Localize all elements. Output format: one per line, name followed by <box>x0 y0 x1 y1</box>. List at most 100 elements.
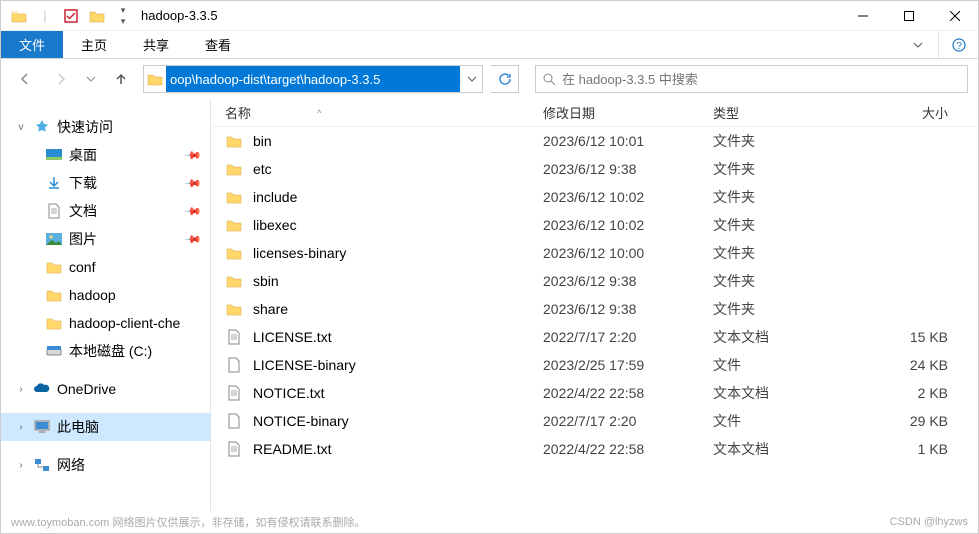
column-name-label: 名称 <box>225 103 251 122</box>
file-type: 文本文档 <box>713 383 863 403</box>
file-date: 2023/6/12 9:38 <box>543 161 713 177</box>
document-icon <box>45 202 63 220</box>
sidebar-item-downloads[interactable]: 下载 📌 <box>1 169 210 197</box>
qat-dropdown-icon[interactable]: ▾▾ <box>111 4 135 28</box>
sidebar-item-label: hadoop-client-che <box>69 315 180 331</box>
qat-separator: | <box>33 4 57 28</box>
file-row[interactable]: share2023/6/12 9:38文件夹 <box>211 295 978 323</box>
ribbon-tab-view[interactable]: 查看 <box>187 31 249 58</box>
file-row[interactable]: sbin2023/6/12 9:38文件夹 <box>211 267 978 295</box>
folder-icon <box>225 160 243 178</box>
file-row[interactable]: etc2023/6/12 9:38文件夹 <box>211 155 978 183</box>
column-size[interactable]: 大小 <box>863 103 978 122</box>
file-name: LICENSE-binary <box>253 357 356 373</box>
chevron-right-icon: › <box>15 460 27 471</box>
sort-asc-icon: ^ <box>317 108 321 118</box>
sidebar-item-hadoop-client[interactable]: hadoop-client-che <box>1 309 210 337</box>
column-name[interactable]: 名称 ^ <box>211 103 543 122</box>
search-box[interactable] <box>535 65 968 93</box>
file-date: 2023/6/12 9:38 <box>543 273 713 289</box>
nav-back-button[interactable] <box>11 65 39 93</box>
drive-icon <box>45 342 63 360</box>
folder-icon <box>45 314 63 332</box>
ribbon-help-icon[interactable]: ? <box>938 31 978 58</box>
file-row[interactable]: licenses-binary2023/6/12 10:00文件夹 <box>211 239 978 267</box>
ribbon-tab-home[interactable]: 主页 <box>63 31 125 58</box>
file-icon <box>225 328 243 346</box>
sidebar-item-label: 此电脑 <box>57 417 99 437</box>
network-icon <box>33 456 51 474</box>
window-title: hadoop-3.3.5 <box>141 8 840 23</box>
file-date: 2023/6/12 10:00 <box>543 245 713 261</box>
sidebar-item-documents[interactable]: 文档 📌 <box>1 197 210 225</box>
sidebar-item-pictures[interactable]: 图片 📌 <box>1 225 210 253</box>
file-size: 2 KB <box>863 385 978 401</box>
folder-icon <box>225 188 243 206</box>
file-date: 2023/6/12 9:38 <box>543 301 713 317</box>
sidebar-item-hadoop[interactable]: hadoop <box>1 281 210 309</box>
minimize-button[interactable] <box>840 1 886 31</box>
sidebar-item-localdisk[interactable]: 本地磁盘 (C:) <box>1 337 210 365</box>
pin-icon: 📌 <box>184 146 203 165</box>
sidebar-item-conf[interactable]: conf <box>1 253 210 281</box>
file-row[interactable]: libexec2023/6/12 10:02文件夹 <box>211 211 978 239</box>
titlebar: | ▾▾ hadoop-3.3.5 <box>1 1 978 31</box>
file-type: 文本文档 <box>713 439 863 459</box>
sidebar-quick-access[interactable]: v 快速访问 <box>1 113 210 141</box>
ribbon-file-tab[interactable]: 文件 <box>1 31 63 58</box>
file-icon <box>225 440 243 458</box>
pin-icon: 📌 <box>184 202 203 221</box>
pictures-icon <box>45 230 63 248</box>
file-name: LICENSE.txt <box>253 329 332 345</box>
address-box[interactable] <box>143 65 483 93</box>
folder2-icon[interactable] <box>85 4 109 28</box>
file-date: 2022/7/17 2:20 <box>543 413 713 429</box>
refresh-button[interactable] <box>491 65 519 93</box>
nav-up-button[interactable] <box>107 65 135 93</box>
sidebar-item-label: 图片 <box>69 229 97 249</box>
nav-forward-button[interactable] <box>47 65 75 93</box>
sidebar-item-desktop[interactable]: 桌面 📌 <box>1 141 210 169</box>
file-row[interactable]: LICENSE-binary2023/2/25 17:59文件24 KB <box>211 351 978 379</box>
file-date: 2023/6/12 10:02 <box>543 189 713 205</box>
file-rows: bin2023/6/12 10:01文件夹etc2023/6/12 9:38文件… <box>211 127 978 463</box>
address-input[interactable] <box>166 66 460 92</box>
file-row[interactable]: NOTICE.txt2022/4/22 22:58文本文档2 KB <box>211 379 978 407</box>
file-name: NOTICE-binary <box>253 413 349 429</box>
column-date[interactable]: 修改日期 <box>543 103 713 122</box>
file-row[interactable]: README.txt2022/4/22 22:58文本文档1 KB <box>211 435 978 463</box>
file-row[interactable]: LICENSE.txt2022/7/17 2:20文本文档15 KB <box>211 323 978 351</box>
file-name: etc <box>253 161 272 177</box>
file-row[interactable]: NOTICE-binary2022/7/17 2:20文件29 KB <box>211 407 978 435</box>
sidebar-item-network[interactable]: › 网络 <box>1 451 210 479</box>
address-dropdown-icon[interactable] <box>460 74 482 84</box>
pc-icon <box>33 418 51 436</box>
address-bar-row <box>1 59 978 99</box>
file-date: 2023/2/25 17:59 <box>543 357 713 373</box>
sidebar-item-label: 桌面 <box>69 145 97 165</box>
file-size: 1 KB <box>863 441 978 457</box>
file-name: include <box>253 189 297 205</box>
star-icon <box>33 118 51 136</box>
ribbon-tab-share[interactable]: 共享 <box>125 31 187 58</box>
properties-icon[interactable] <box>59 4 83 28</box>
nav-recent-icon[interactable] <box>83 65 99 93</box>
sidebar-item-onedrive[interactable]: › OneDrive <box>1 375 210 403</box>
maximize-button[interactable] <box>886 1 932 31</box>
file-row[interactable]: include 2023/6/12 10:02文件夹 <box>211 183 978 211</box>
sidebar-item-thispc[interactable]: › 此电脑 <box>1 413 210 441</box>
folder-icon[interactable] <box>7 4 31 28</box>
file-date: 2023/6/12 10:02 <box>543 217 713 233</box>
file-type: 文件夹 <box>713 243 863 263</box>
chevron-right-icon: › <box>15 384 27 395</box>
folder-icon <box>45 286 63 304</box>
close-button[interactable] <box>932 1 978 31</box>
file-row[interactable]: bin2023/6/12 10:01文件夹 <box>211 127 978 155</box>
file-type: 文件夹 <box>713 187 863 207</box>
column-type[interactable]: 类型 <box>713 103 863 122</box>
ribbon-expand-icon[interactable] <box>898 31 938 58</box>
file-size: 24 KB <box>863 357 978 373</box>
search-input[interactable] <box>562 72 961 87</box>
desktop-icon <box>45 146 63 164</box>
file-type: 文件夹 <box>713 299 863 319</box>
